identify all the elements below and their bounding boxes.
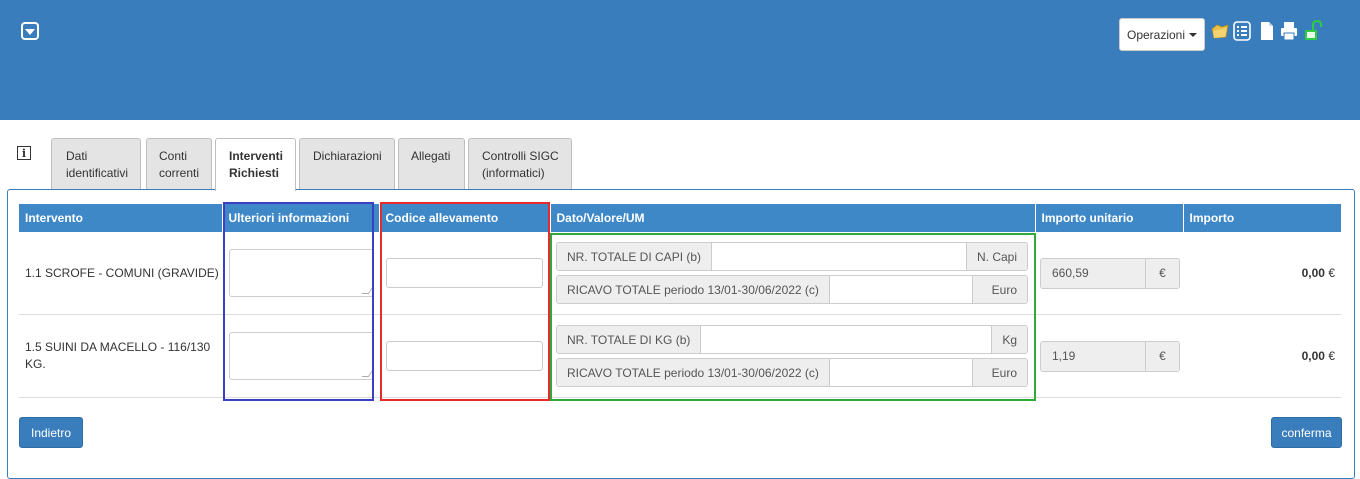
confirm-button[interactable]: conferma: [1271, 417, 1342, 448]
dato-input-group: RICAVO TOTALE periodo 13/01-30/06/2022 (…: [556, 275, 1028, 304]
col-header-dato: Dato/Valore/UM: [550, 204, 1036, 232]
nr-kg-input[interactable]: [701, 326, 992, 353]
tab-label: Controlli SIGC: [482, 149, 559, 163]
tab-label: Interventi: [229, 149, 284, 163]
intervento-cell: 1.1 SCROFE - COMUNI (GRAVIDE): [19, 232, 222, 315]
col-header-intervento: Intervento: [19, 204, 223, 232]
dato-cell: NR. TOTALE DI KG (b) Kg RICAVO TOTALE pe…: [550, 314, 1035, 398]
tab-label: Allegati: [411, 149, 451, 163]
currency-addon: €: [1145, 341, 1179, 371]
tab-label: (informatici): [482, 166, 545, 180]
unlock-icon[interactable]: [1302, 20, 1322, 42]
col-header-importo-unitario: Importo unitario: [1035, 204, 1184, 232]
tab-label: identificativi: [66, 166, 129, 180]
dato-label: NR. TOTALE DI CAPI (b): [557, 243, 713, 270]
dato-label: NR. TOTALE DI KG (b): [557, 326, 702, 353]
importo-currency: €: [1328, 349, 1335, 363]
dato-unit: Euro: [972, 359, 1027, 386]
operazioni-dropdown[interactable]: Operazioni: [1119, 18, 1205, 51]
operazioni-label: Operazioni: [1126, 27, 1186, 42]
dato-unit: N. Capi: [965, 243, 1027, 270]
ulteriori-textarea[interactable]: [229, 249, 374, 297]
tab-label: Richiesti: [229, 166, 280, 180]
checklist-icon[interactable]: [1232, 20, 1252, 42]
ulteriori-cell: [222, 232, 379, 315]
caret-down-icon: [1189, 32, 1198, 37]
codice-cell: [379, 314, 550, 398]
col-header-codice: Codice allevamento: [379, 204, 551, 232]
importo-unitario-cell: 660,59 €: [1035, 232, 1183, 315]
table-header-row: Intervento Ulteriori informazioni Codice…: [19, 204, 1342, 232]
importo-unitario-field: 660,59 €: [1040, 257, 1180, 289]
table-row: 1.1 SCROFE - COMUNI (GRAVIDE) NR. TOTALE…: [19, 232, 1341, 315]
tab-conti-correnti[interactable]: Conti correnti: [146, 138, 212, 189]
dato-input-group: NR. TOTALE DI KG (b) Kg: [556, 325, 1028, 354]
print-icon[interactable]: [1279, 20, 1299, 42]
importo-currency: €: [1328, 266, 1335, 280]
dato-unit: Kg: [991, 326, 1027, 353]
tab-label: Conti: [159, 149, 188, 163]
currency-addon: €: [1145, 258, 1179, 288]
nr-capi-input[interactable]: [712, 243, 966, 270]
importo-unitario-cell: 1,19 €: [1035, 314, 1183, 398]
col-header-importo: Importo: [1183, 204, 1342, 232]
importo-cell: 0,00 €: [1183, 232, 1341, 315]
tab-label: correnti: [159, 166, 200, 180]
folder-icon[interactable]: [1210, 20, 1230, 42]
importo-unitario-value: 1,19: [1041, 341, 1145, 371]
ricavo-totale-input[interactable]: [829, 359, 972, 386]
codice-cell: [379, 232, 550, 315]
dato-input-group: RICAVO TOTALE periodo 13/01-30/06/2022 (…: [556, 358, 1028, 387]
dato-input-group: NR. TOTALE DI CAPI (b) N. Capi: [556, 242, 1028, 271]
tab-label: Dichiarazioni: [313, 149, 382, 163]
tab-dichiarazioni[interactable]: Dichiarazioni: [299, 138, 395, 189]
back-button[interactable]: Indietro: [19, 417, 83, 448]
tab-dati-identificativi[interactable]: Dati identificativi: [51, 138, 141, 189]
col-header-ulteriori: Ulteriori informazioni: [222, 204, 380, 232]
importo-cell: 0,00 €: [1183, 314, 1341, 398]
tab-controlli-sigc[interactable]: Controlli SIGC (informatici): [468, 138, 572, 189]
codice-allevamento-input[interactable]: [386, 258, 543, 288]
dato-cell: NR. TOTALE DI CAPI (b) N. Capi RICAVO TO…: [550, 232, 1035, 315]
intervento-cell: 1.5 SUINI DA MACELLO - 116/130 KG.: [19, 314, 222, 398]
app-header: Operazioni: [0, 0, 1360, 120]
importo-unitario-field: 1,19 €: [1040, 340, 1180, 372]
table-row: 1.5 SUINI DA MACELLO - 116/130 KG. NR. T…: [19, 314, 1341, 398]
importo-unitario-value: 660,59: [1041, 258, 1145, 288]
ulteriori-cell: [222, 314, 379, 398]
dato-unit: Euro: [972, 276, 1027, 303]
tab-label: Dati: [66, 149, 88, 163]
codice-allevamento-input[interactable]: [386, 341, 543, 371]
dato-label: RICAVO TOTALE periodo 13/01-30/06/2022 (…: [557, 359, 830, 386]
document-icon[interactable]: [1257, 20, 1277, 42]
dato-label: RICAVO TOTALE periodo 13/01-30/06/2022 (…: [557, 276, 830, 303]
interventi-table: Intervento Ulteriori informazioni Codice…: [19, 204, 1342, 398]
importo-value: 0,00: [1301, 349, 1325, 363]
ricavo-totale-input[interactable]: [829, 276, 972, 303]
tab-interventi-richiesti[interactable]: Interventi Richiesti: [215, 138, 296, 191]
info-icon[interactable]: i: [17, 146, 31, 160]
importo-value: 0,00: [1301, 266, 1325, 280]
tab-allegati[interactable]: Allegati: [398, 138, 465, 189]
ulteriori-textarea[interactable]: [229, 332, 374, 380]
menu-toggle-icon[interactable]: [21, 22, 39, 40]
